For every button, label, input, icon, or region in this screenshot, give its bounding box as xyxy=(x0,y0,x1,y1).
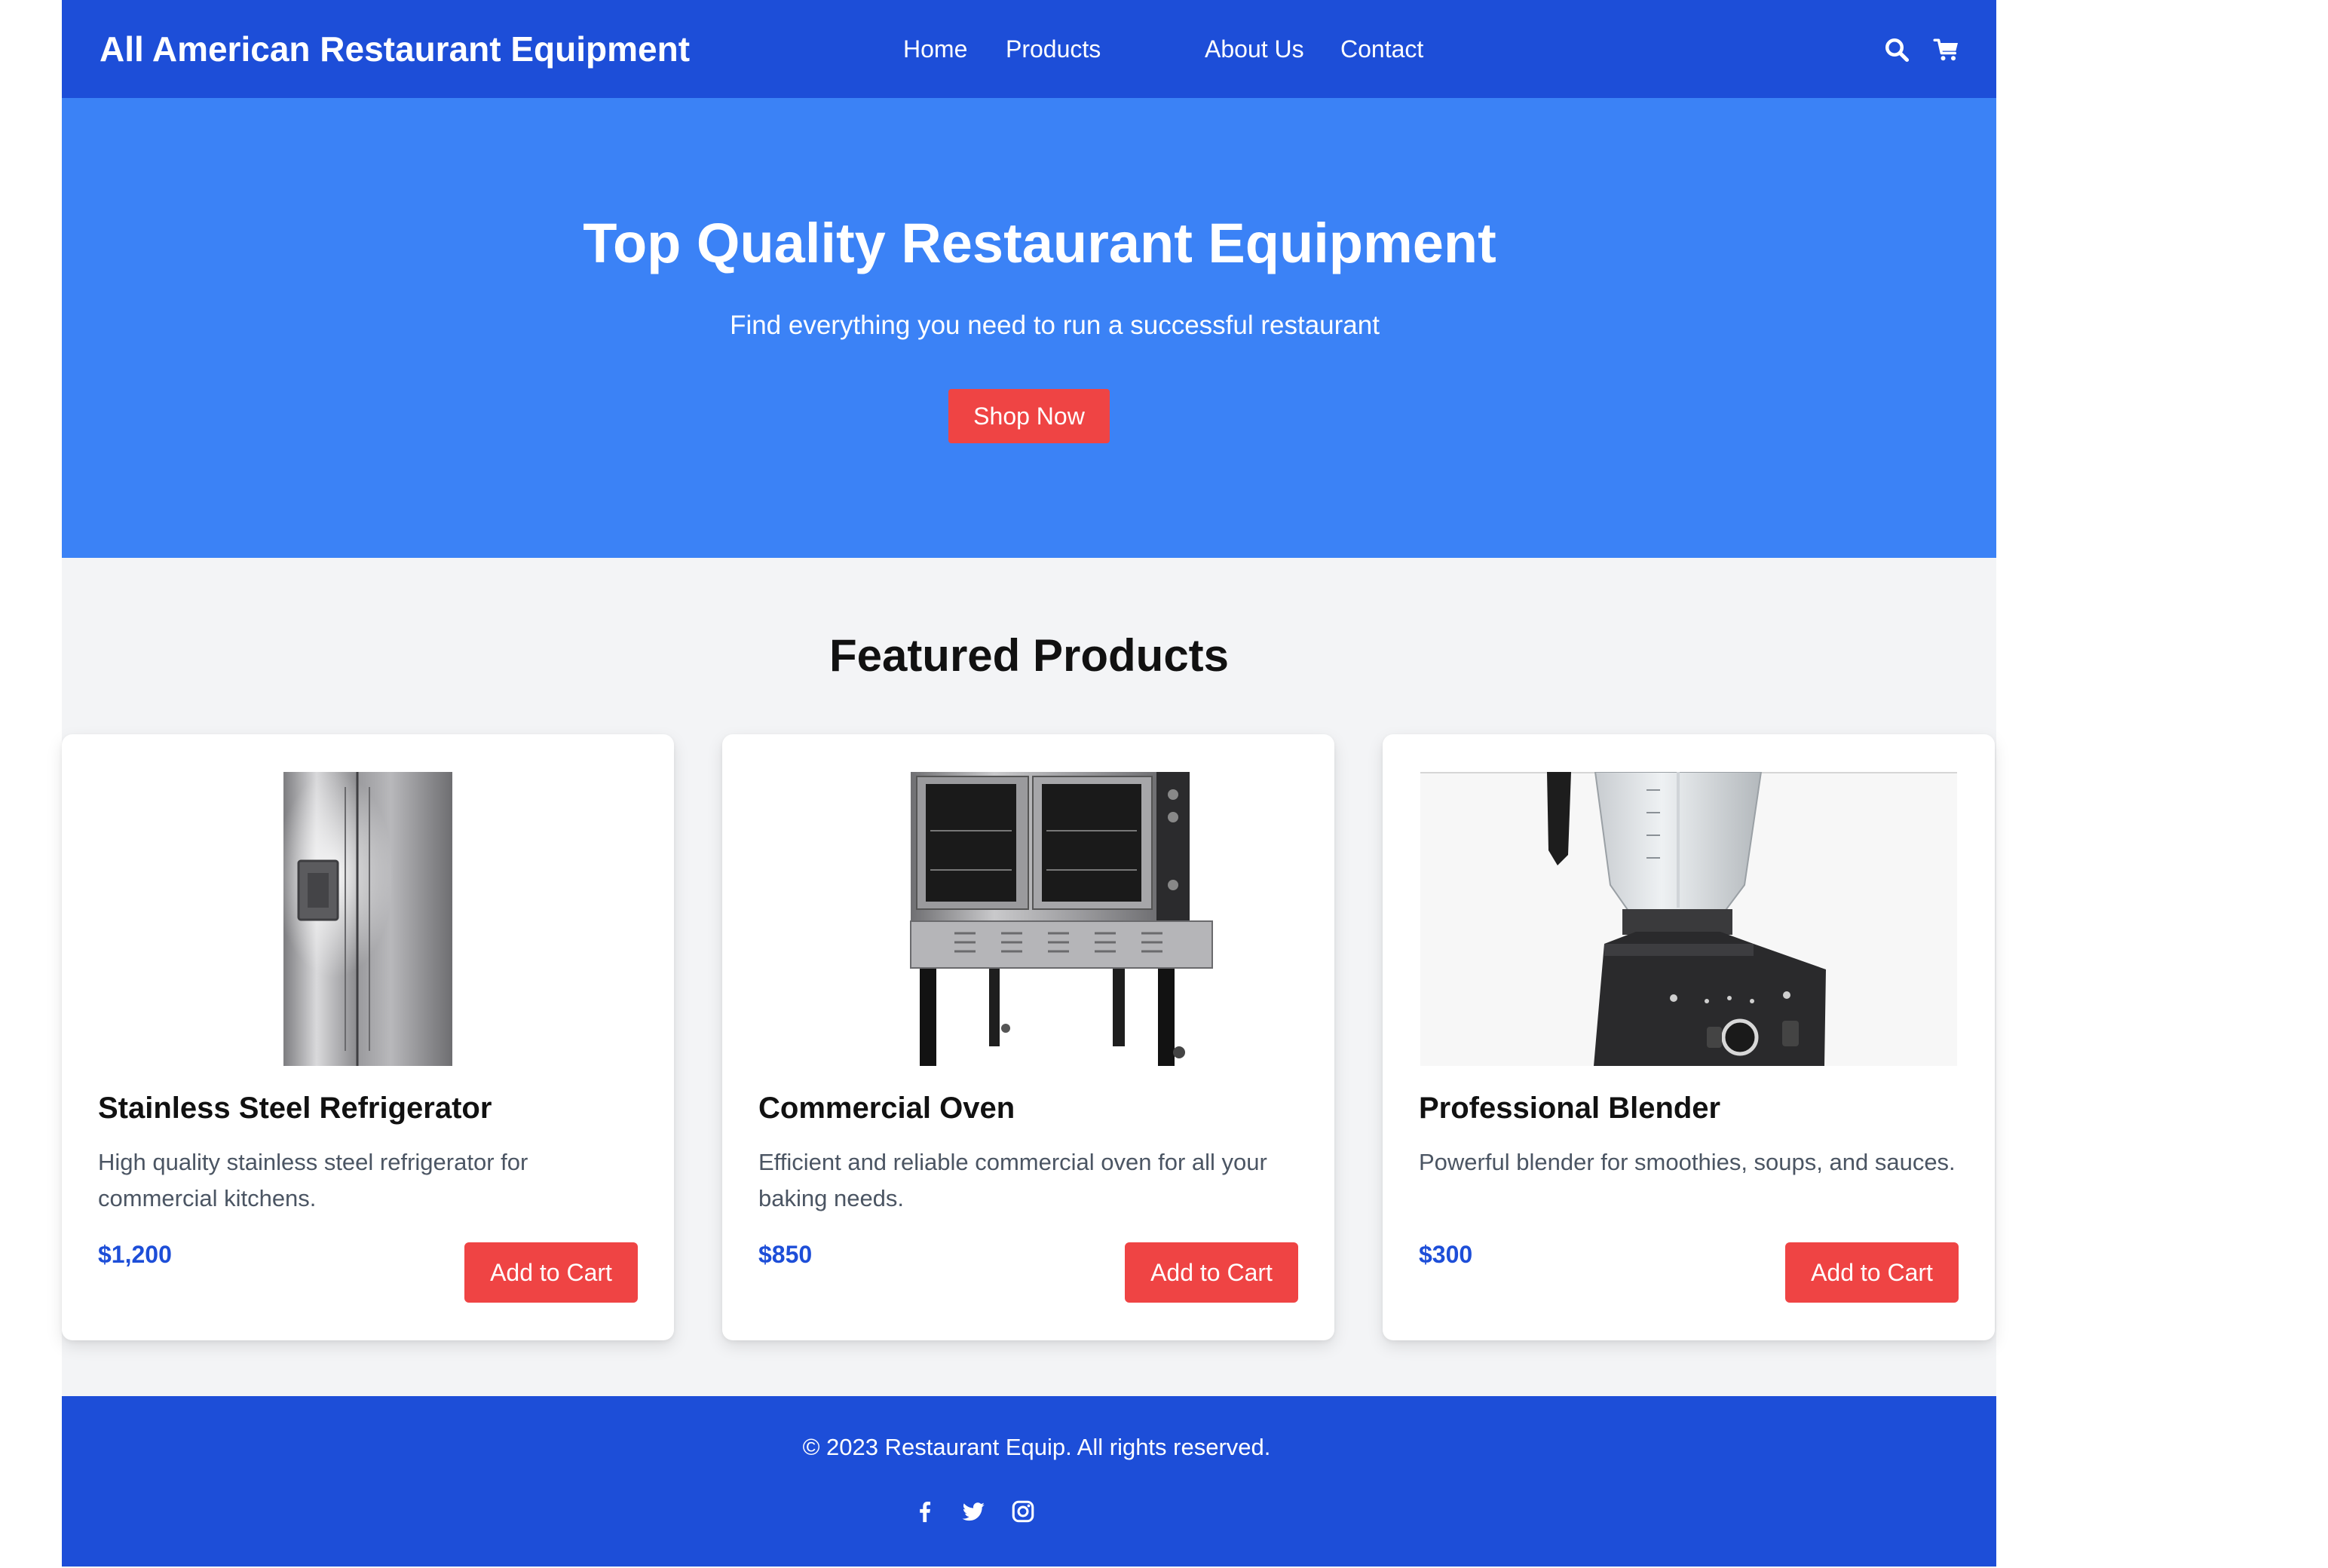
page: All American Restaurant Equipment Home P… xyxy=(62,0,1996,1568)
product-description: Efficient and reliable commercial oven f… xyxy=(758,1149,1267,1211)
shop-now-button[interactable]: Shop Now xyxy=(948,389,1110,443)
add-to-cart-button[interactable]: Add to Cart xyxy=(1125,1242,1298,1303)
product-price: $1,200 xyxy=(98,1241,172,1268)
brand-logo-text[interactable]: All American Restaurant Equipment xyxy=(100,0,690,98)
search-icon[interactable] xyxy=(1883,36,1910,63)
add-to-cart-button[interactable]: Add to Cart xyxy=(1785,1242,1959,1303)
nav-products-link[interactable]: Products xyxy=(1006,0,1101,98)
refrigerator-image[interactable] xyxy=(100,772,636,1066)
nav-about-link[interactable]: About Us xyxy=(1205,0,1304,98)
nav-home-link[interactable]: Home xyxy=(903,0,967,98)
site-footer: © 2023 Restaurant Equip. All rights rese… xyxy=(62,1396,1996,1566)
product-description: Powerful blender for smoothies, soups, a… xyxy=(1419,1149,1956,1175)
facebook-icon[interactable] xyxy=(912,1499,938,1524)
product-card-refrigerator: Stainless Steel Refrigerator High qualit… xyxy=(62,734,674,1340)
blender-image[interactable] xyxy=(1420,772,1957,1066)
cart-icon[interactable] xyxy=(1933,36,1960,63)
oven-image[interactable] xyxy=(760,772,1297,1066)
hero-title: Top Quality Restaurant Equipment xyxy=(583,212,1496,274)
site-header: All American Restaurant Equipment Home P… xyxy=(62,0,1996,98)
twitter-icon[interactable] xyxy=(960,1499,986,1524)
featured-products-heading: Featured Products xyxy=(829,630,1230,681)
hero-banner: Top Quality Restaurant Equipment Find ev… xyxy=(62,98,1996,558)
add-to-cart-button[interactable]: Add to Cart xyxy=(464,1242,638,1303)
product-name: Professional Blender xyxy=(1419,1092,1721,1125)
product-price: $300 xyxy=(1419,1241,1473,1268)
product-description: High quality stainless steel refrigerato… xyxy=(98,1149,528,1211)
product-card-blender: Professional Blender Powerful blender fo… xyxy=(1383,734,1995,1340)
product-name: Commercial Oven xyxy=(758,1092,1015,1125)
hero-subtitle: Find everything you need to run a succes… xyxy=(730,311,1380,340)
nav-contact-link[interactable]: Contact xyxy=(1340,0,1423,98)
product-price: $850 xyxy=(758,1241,813,1268)
product-name: Stainless Steel Refrigerator xyxy=(98,1092,492,1125)
instagram-icon[interactable] xyxy=(1010,1499,1036,1524)
product-card-oven: Commercial Oven Efficient and reliable c… xyxy=(722,734,1334,1340)
copyright-text: © 2023 Restaurant Equip. All rights rese… xyxy=(802,1434,1271,1460)
